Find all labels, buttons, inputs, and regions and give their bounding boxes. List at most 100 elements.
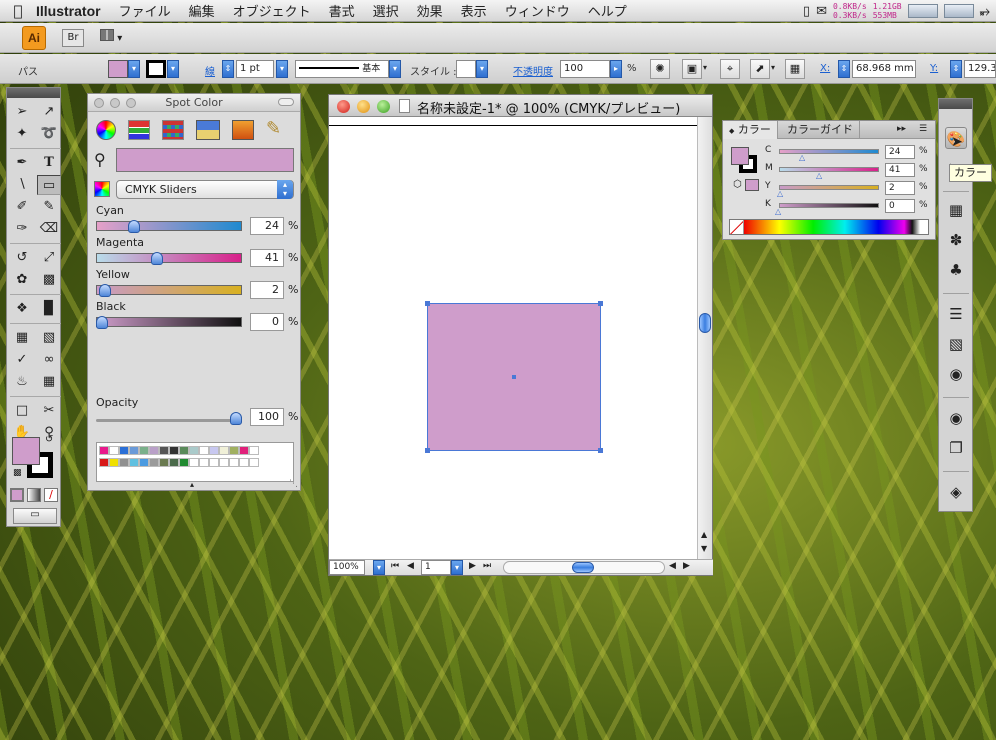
row1-swatch[interactable] — [159, 446, 169, 455]
channel-c-value[interactable]: 24 — [885, 145, 915, 159]
tab-color[interactable]: ◆ カラー — [723, 121, 778, 139]
pencil-tool-icon[interactable]: ✎ — [37, 197, 61, 217]
menu-help[interactable]: ヘルプ — [588, 1, 627, 20]
gradient-mode-button[interactable] — [27, 488, 41, 502]
stroke-weight-dropdown[interactable]: ▾ — [276, 60, 288, 78]
eyedropper-tool-icon[interactable]: ✓ — [10, 350, 34, 370]
app-menu[interactable]: Illustrator — [36, 3, 101, 19]
row1-swatch[interactable] — [129, 446, 139, 455]
row2-swatch[interactable] — [129, 458, 139, 467]
appearance-panel-icon[interactable]: ◉ — [945, 407, 967, 429]
brush-field[interactable]: 基本 — [295, 60, 389, 78]
swatch-expand-icon[interactable]: ▴ — [190, 480, 194, 489]
row1-swatch[interactable] — [149, 446, 159, 455]
artboard-canvas[interactable] — [329, 117, 699, 559]
out-of-gamut-icon[interactable]: ⬡ — [733, 179, 742, 190]
handle-top-left[interactable] — [425, 301, 430, 306]
opacity-field[interactable]: 100 — [560, 60, 610, 78]
dock-header[interactable] — [939, 99, 972, 109]
rectangle-tool-icon[interactable]: ▭ — [37, 175, 61, 195]
swap-fill-stroke-icon[interactable]: ↺ — [45, 434, 53, 445]
opacity-slider-thumb[interactable] — [230, 412, 242, 425]
y-field[interactable]: 129.39 — [964, 60, 996, 78]
channel-y-slider[interactable] — [779, 185, 879, 190]
menu-type[interactable]: 書式 — [329, 1, 355, 20]
channel-y-thumb[interactable]: △ — [777, 189, 783, 198]
arrange-documents-button[interactable]: ▾ — [100, 29, 130, 47]
row2-swatch[interactable] — [209, 458, 219, 467]
isolate-icon[interactable]: ⬈ — [750, 59, 770, 79]
selection-tool-icon[interactable]: ➢ — [10, 102, 34, 122]
horizontal-scroll-thumb[interactable] — [572, 562, 594, 573]
bridge-button[interactable]: Br — [62, 29, 84, 47]
artboard-number-field[interactable]: 1 — [421, 560, 451, 575]
opacity-label[interactable]: 不透明度 — [513, 63, 553, 78]
blob-brush-tool-icon[interactable]: ✑ — [10, 219, 34, 239]
stroke-swatch[interactable] — [146, 60, 166, 78]
opacity-slider-track[interactable] — [96, 419, 242, 422]
row2-swatch[interactable] — [219, 458, 229, 467]
apple-icon[interactable]:  — [0, 2, 36, 20]
recolor-icon[interactable]: ✺ — [650, 59, 670, 79]
menu-object[interactable]: オブジェクト — [233, 1, 311, 20]
mesh-tool-icon[interactable]: ▦ — [10, 328, 34, 348]
document-title-bar[interactable]: 名称未設定-1* @ 100% (CMYK/プレビュー) — [329, 95, 712, 117]
scale-tool-icon[interactable]: ⤢ — [37, 248, 61, 268]
fill-dropdown[interactable]: ▾ — [128, 60, 140, 78]
black-slider-thumb[interactable] — [96, 316, 108, 329]
zoom-dropdown[interactable]: ▾ — [373, 560, 385, 575]
free-transform-tool-icon[interactable]: ▩ — [37, 270, 61, 290]
x-field[interactable]: 68.968 mm — [852, 60, 916, 78]
yellow-slider-thumb[interactable] — [98, 284, 111, 297]
lasso-tool-icon[interactable]: ➰ — [37, 124, 61, 144]
fill-color-box[interactable] — [12, 437, 40, 465]
vertical-scroll-thumb[interactable] — [699, 313, 711, 333]
phone-icon[interactable]: ▯ — [803, 4, 810, 19]
column-graph-tool-icon[interactable]: ▉ — [37, 299, 61, 319]
handle-bottom-left[interactable] — [425, 448, 430, 453]
yellow-value-field[interactable]: 2 — [250, 281, 284, 299]
x-label[interactable]: X: — [820, 63, 830, 74]
handle-top-right[interactable] — [598, 301, 603, 306]
stroke-weight-stepper[interactable]: ⇕ — [222, 60, 234, 78]
artboard-tool-icon[interactable]: □ — [10, 401, 34, 421]
layers-panel-icon[interactable]: ◈ — [945, 481, 967, 503]
live-paint-selection-tool-icon[interactable]: ▦ — [37, 372, 61, 392]
row2-swatch[interactable] — [109, 458, 119, 467]
channel-k-value[interactable]: 0 — [885, 199, 915, 213]
horizontal-scrollbar[interactable] — [503, 561, 665, 574]
symbol-sprayer-tool-icon[interactable]: ❖ — [10, 299, 34, 319]
row1-swatch[interactable] — [219, 446, 229, 455]
opacity-value-field[interactable]: 100 — [250, 408, 284, 426]
stroke-panel-icon[interactable]: ☰ — [945, 303, 967, 325]
color-mode-button[interactable] — [10, 488, 24, 502]
y-stepper[interactable]: ⇕ — [950, 60, 962, 78]
first-artboard-icon[interactable]: ⏮ — [391, 561, 399, 571]
y-label[interactable]: Y: — [930, 63, 938, 74]
channel-y-value[interactable]: 2 — [885, 181, 915, 195]
wifi-icon[interactable]: ⥵ — [980, 4, 990, 19]
style-dropdown[interactable]: ▾ — [476, 60, 488, 78]
minimize-icon[interactable] — [110, 98, 120, 108]
pencils-icon[interactable]: ✎ — [266, 118, 281, 139]
reference-point-icon[interactable]: ▦ — [785, 59, 805, 79]
row2-swatch[interactable] — [159, 458, 169, 467]
cyan-slider-thumb[interactable] — [128, 220, 141, 233]
color-wheel-icon[interactable] — [96, 120, 116, 140]
row1-swatch[interactable] — [169, 446, 179, 455]
pen-tool-icon[interactable]: ✒ — [10, 153, 34, 173]
zoom-icon[interactable] — [126, 98, 136, 108]
stroke-dropdown[interactable]: ▾ — [167, 60, 179, 78]
default-fill-stroke-icon[interactable]: ▩ — [13, 468, 22, 478]
graphic-styles-panel-icon[interactable]: ❐ — [945, 437, 967, 459]
row1-swatch[interactable] — [109, 446, 119, 455]
row1-swatch[interactable] — [199, 446, 209, 455]
yellow-slider-track[interactable] — [96, 285, 242, 295]
channel-c-slider[interactable] — [779, 149, 879, 154]
chevron-down-icon[interactable]: ▾ — [771, 63, 775, 72]
row2-swatch[interactable] — [139, 458, 149, 467]
minimize-icon[interactable] — [357, 100, 370, 113]
row1-swatch[interactable] — [209, 446, 219, 455]
chevron-down-icon[interactable]: ▾ — [703, 63, 707, 72]
fill-swatch[interactable] — [108, 60, 128, 78]
